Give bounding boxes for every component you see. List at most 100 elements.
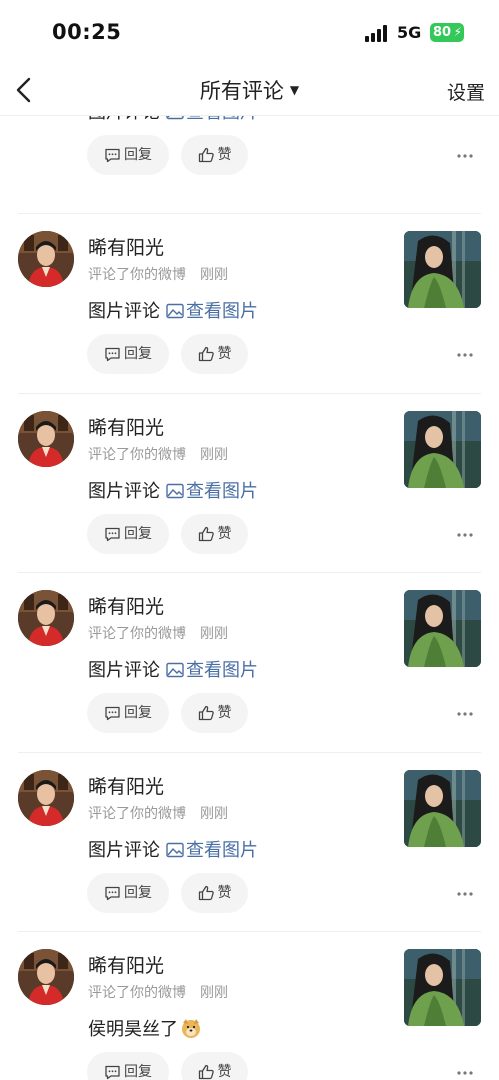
like-button[interactable]: 赞 [181, 873, 248, 913]
more-dots-icon[interactable] [456, 891, 474, 897]
reply-button[interactable]: 回复 [87, 1052, 169, 1080]
user-name[interactable]: 晞有阳光 [88, 951, 164, 978]
divider [18, 572, 481, 573]
nav-bar: 所有评论 ▼ 设置 [0, 64, 499, 116]
avatar[interactable] [18, 231, 74, 287]
comment-icon [105, 886, 120, 901]
more-dots-icon[interactable] [456, 153, 474, 159]
comment-text: 图片评论 [88, 660, 160, 681]
settings-button[interactable]: 设置 [447, 78, 485, 105]
avatar[interactable] [18, 770, 74, 826]
user-name[interactable]: 晞有阳光 [88, 233, 164, 260]
comment-meta: 评论了你的微博 刚刚 [88, 982, 228, 1002]
meta-action: 评论了你的微博 [88, 267, 186, 283]
reply-button[interactable]: 回复 [87, 334, 169, 374]
user-name[interactable]: 晞有阳光 [88, 772, 164, 799]
view-picture-link[interactable]: 查看图片 [166, 301, 258, 322]
caret-down-icon: ▼ [289, 83, 300, 97]
like-button[interactable]: 赞 [181, 135, 248, 175]
comment-content: 图片评论 查看图片 [88, 477, 258, 503]
comment-icon [105, 148, 120, 163]
thumbs-up-icon [198, 705, 214, 721]
comment-item[interactable]: 图片评论 查看图片 回复 赞 [0, 116, 499, 194]
divider [18, 752, 481, 753]
reply-button[interactable]: 回复 [87, 135, 169, 175]
screen: 00:25 5G 80 ⚡ 所有评论 ▼ 设置 回复 赞 晞有阳光 评论了你的微… [0, 0, 499, 1080]
reply-label: 回复 [124, 346, 152, 362]
weibo-thumbnail[interactable] [404, 231, 481, 308]
picture-icon [166, 483, 184, 499]
comment-item[interactable]: 晞有阳光 评论了你的微博 刚刚 图片评论 查看图片 回复 赞 [0, 393, 499, 573]
more-dots-icon[interactable] [456, 352, 474, 358]
weibo-thumbnail[interactable] [404, 590, 481, 667]
comment-item[interactable]: 晞有阳光 评论了你的微博 刚刚 图片评论 查看图片 回复 赞 [0, 213, 499, 393]
comment-item[interactable]: 晞有阳光 评论了你的微博 刚刚 图片评论 查看图片 回复 赞 [0, 752, 499, 932]
picture-icon [166, 116, 184, 120]
avatar[interactable] [18, 411, 74, 467]
comment-item[interactable]: 晞有阳光 评论了你的微博 刚刚 图片评论 查看图片 回复 赞 [0, 572, 499, 752]
reply-label: 回复 [124, 526, 152, 542]
comment-meta: 评论了你的微博 刚刚 [88, 623, 228, 643]
weibo-thumbnail[interactable] [404, 411, 481, 488]
comment-content: 图片评论 查看图片 [88, 297, 258, 323]
meta-time: 刚刚 [200, 447, 228, 463]
avatar[interactable] [18, 590, 74, 646]
comment-meta: 评论了你的微博 刚刚 [88, 803, 228, 823]
divider [18, 213, 481, 214]
comment-icon [105, 527, 120, 542]
view-picture-link[interactable]: 查看图片 [166, 481, 258, 502]
comment-item[interactable]: 晞有阳光 评论了你的微博 刚刚 侯明昊丝了 回复 赞 [0, 931, 499, 1080]
nav-title[interactable]: 所有评论 ▼ [0, 75, 499, 105]
weibo-thumbnail[interactable] [404, 770, 481, 847]
like-label: 赞 [217, 1064, 232, 1080]
like-label: 赞 [217, 885, 232, 901]
comment-text: 图片评论 [88, 301, 160, 322]
comment-content: 侯明昊丝了 [88, 1015, 202, 1041]
network-type: 5G [397, 23, 422, 42]
like-label: 赞 [217, 147, 232, 163]
meta-time: 刚刚 [200, 626, 228, 642]
reply-button[interactable]: 回复 [87, 693, 169, 733]
status-time: 00:25 [52, 20, 122, 44]
comment-text: 图片评论 [88, 116, 160, 123]
like-label: 赞 [217, 346, 232, 362]
like-button[interactable]: 赞 [181, 334, 248, 374]
divider [18, 393, 481, 394]
weibo-thumbnail[interactable] [404, 949, 481, 1026]
picture-icon [166, 303, 184, 319]
meta-time: 刚刚 [200, 267, 228, 283]
user-name[interactable]: 晞有阳光 [88, 413, 164, 440]
comment-text: 图片评论 [88, 840, 160, 861]
avatar[interactable] [18, 949, 74, 1005]
comment-meta: 评论了你的微博 刚刚 [88, 444, 228, 464]
thumbs-up-icon [198, 885, 214, 901]
view-picture-label: 查看图片 [186, 840, 258, 861]
view-picture-label: 查看图片 [186, 481, 258, 502]
thumbs-up-icon [198, 526, 214, 542]
comment-icon [105, 347, 120, 362]
view-picture-link[interactable]: 查看图片 [166, 660, 258, 681]
comment-content: 图片评论 查看图片 [88, 836, 258, 862]
comment-meta: 评论了你的微博 刚刚 [88, 264, 228, 284]
view-picture-label: 查看图片 [186, 660, 258, 681]
meta-action: 评论了你的微博 [88, 806, 186, 822]
reply-label: 回复 [124, 147, 152, 163]
reply-button[interactable]: 回复 [87, 514, 169, 554]
view-picture-link[interactable]: 查看图片 [166, 840, 258, 861]
status-bar: 00:25 5G 80 ⚡ [0, 0, 499, 64]
reply-button[interactable]: 回复 [87, 873, 169, 913]
like-button[interactable]: 赞 [181, 693, 248, 733]
like-button[interactable]: 赞 [181, 514, 248, 554]
more-dots-icon[interactable] [456, 532, 474, 538]
user-name[interactable]: 晞有阳光 [88, 592, 164, 619]
reply-label: 回复 [124, 885, 152, 901]
doge-emoji-icon [182, 1019, 200, 1038]
view-picture-link[interactable]: 查看图片 [166, 116, 258, 123]
more-dots-icon[interactable] [456, 1070, 474, 1076]
more-dots-icon[interactable] [456, 711, 474, 717]
thumbs-up-icon [198, 1064, 214, 1080]
comment-text: 侯明昊丝了 [88, 1019, 178, 1040]
battery-icon: 80 ⚡ [430, 23, 464, 42]
like-button[interactable]: 赞 [181, 1052, 248, 1080]
meta-action: 评论了你的微博 [88, 985, 186, 1001]
